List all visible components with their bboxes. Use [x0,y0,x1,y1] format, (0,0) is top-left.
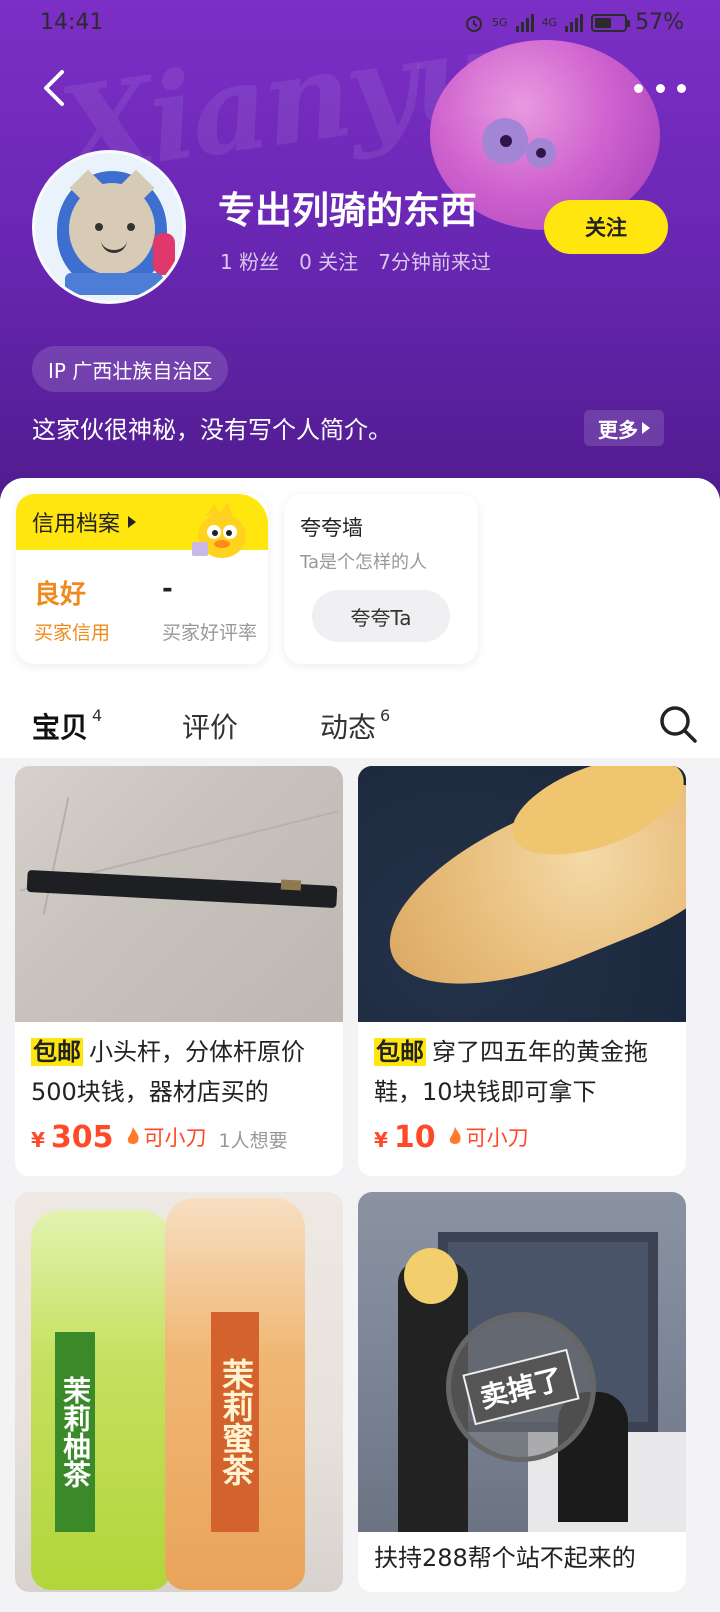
following-count[interactable]: 0 关注 [299,246,358,275]
tab-moments-label: 动态 [320,711,377,744]
praise-wall-card[interactable]: 夸夸墙 Ta是个怎样的人 夸夸Ta [284,494,478,664]
content-tabs: 宝贝 4 评价 动态 6 [0,688,720,758]
network-label-5g: 5G [492,16,508,29]
tab-moments-count: 6 [380,706,391,725]
bargain-label: 可小刀 [143,1126,207,1150]
price-row: ¥ 10 可小刀 [374,1120,529,1155]
currency-symbol: ¥ [31,1128,45,1152]
item-title-text: 扶持288帮个站不起来的 [374,1544,636,1572]
wants-count: 1人想要 [218,1130,288,1152]
fans-count[interactable]: 1 粉丝 [220,246,279,275]
buyer-credit-label: 买家信用 [34,622,111,644]
avatar[interactable] [32,150,186,304]
item-image[interactable]: 卖掉了 [358,1192,686,1532]
item-card[interactable]: 茉莉柚茶 茉莉蜜茶 [15,1192,343,1592]
praise-wall-title: 夸夸墙 [300,516,363,540]
tab-moments[interactable]: 动态 6 [320,706,390,746]
tab-items-label: 宝贝 [32,711,89,744]
positive-rate-value: - [162,574,173,604]
item-image[interactable] [358,766,686,1022]
item-card[interactable]: 包邮 穿了四五年的黄金拖鞋，10块钱即可拿下 ¥ 10 可小刀 [358,766,686,1176]
caret-right-icon [128,516,137,528]
status-bar: 14:41 5G 4G 57% [0,0,720,48]
duck-mascot-icon [192,502,246,558]
credit-record-card[interactable]: 信用档案 良好 买家信用 - 买家好评率 [16,494,268,664]
last-seen: 7分钟前来过 [378,250,491,274]
signal-icon-2 [565,13,584,32]
caret-right-icon [642,422,650,434]
status-time: 14:41 [40,10,104,35]
item-price: 305 [50,1120,114,1155]
profile-header: Xianyu 14:41 5G 4G 57% 专出列骑的东西 1 粉丝 0 关注… [0,0,720,520]
profile-stats: 1 粉丝 0 关注 7分钟前来过 [220,246,491,275]
signal-icon-1 [515,13,534,32]
item-title: 包邮 穿了四五年的黄金拖鞋，10块钱即可拿下 [374,1032,670,1112]
price-row: ¥ 305 可小刀 1人想要 [31,1120,288,1155]
praise-wall-subtitle: Ta是个怎样的人 [300,552,428,573]
tab-reviews-label: 评价 [182,711,239,744]
flame-icon [449,1127,461,1144]
more-options-icon[interactable] [634,72,686,104]
battery-icon [591,13,631,32]
bargain-badge: 可小刀 [448,1122,529,1152]
sold-stamp-text: 卖掉了 [462,1348,580,1426]
tab-items-count: 4 [92,706,103,725]
search-icon[interactable] [658,704,698,744]
ip-location-tag: IP 广西壮族自治区 [32,346,229,392]
ip-location-text: IP 广西壮族自治区 [48,358,213,383]
flame-icon [127,1127,139,1144]
item-card[interactable]: 包邮 小头杆，分体杆原价500块钱，器材店买的 ¥ 305 可小刀 1人想要 [15,766,343,1176]
network-label-4g: 4G [541,16,558,29]
item-card[interactable]: 卖掉了 扶持288帮个站不起来的 [358,1192,686,1592]
credit-record-title: 信用档案 [32,512,121,537]
tea-label-2: 茉莉蜜茶 [211,1312,259,1532]
battery-percent: 57% [635,10,684,35]
status-icons: 5G 4G 57% [464,10,684,35]
follow-button[interactable]: 关注 [544,200,668,254]
content-panel: 信用档案 良好 买家信用 - 买家好评率 夸夸墙 Ta是个怎样的人 夸夸Ta 宝… [0,478,720,1612]
praise-button[interactable]: 夸夸Ta [312,590,450,642]
tab-reviews[interactable]: 评价 [182,706,238,746]
item-title: 包邮 小头杆，分体杆原价500块钱，器材店买的 [31,1032,327,1112]
free-shipping-tag: 包邮 [374,1038,426,1066]
back-arrow-icon[interactable] [34,64,82,112]
item-image[interactable] [15,766,343,1022]
more-bio-label: 更多 [598,417,638,442]
bio-text: 这家伙很神秘，没有写个人简介。 [32,416,392,444]
item-image[interactable]: 茉莉柚茶 茉莉蜜茶 [15,1192,343,1592]
bargain-badge: 可小刀 [126,1122,207,1152]
positive-rate-label: 买家好评率 [162,622,258,644]
tea-label-1: 茉莉柚茶 [55,1332,95,1532]
nickname: 专出列骑的东西 [218,189,477,232]
bargain-label: 可小刀 [465,1126,529,1150]
free-shipping-tag: 包邮 [31,1038,83,1066]
item-price: 10 [393,1120,436,1155]
item-title: 扶持288帮个站不起来的 [374,1538,670,1582]
alarm-icon [466,15,483,32]
buyer-credit-value: 良好 [34,580,87,610]
currency-symbol: ¥ [374,1128,388,1152]
more-bio-button[interactable]: 更多 [584,410,664,446]
tab-items[interactable]: 宝贝 4 [32,706,102,746]
